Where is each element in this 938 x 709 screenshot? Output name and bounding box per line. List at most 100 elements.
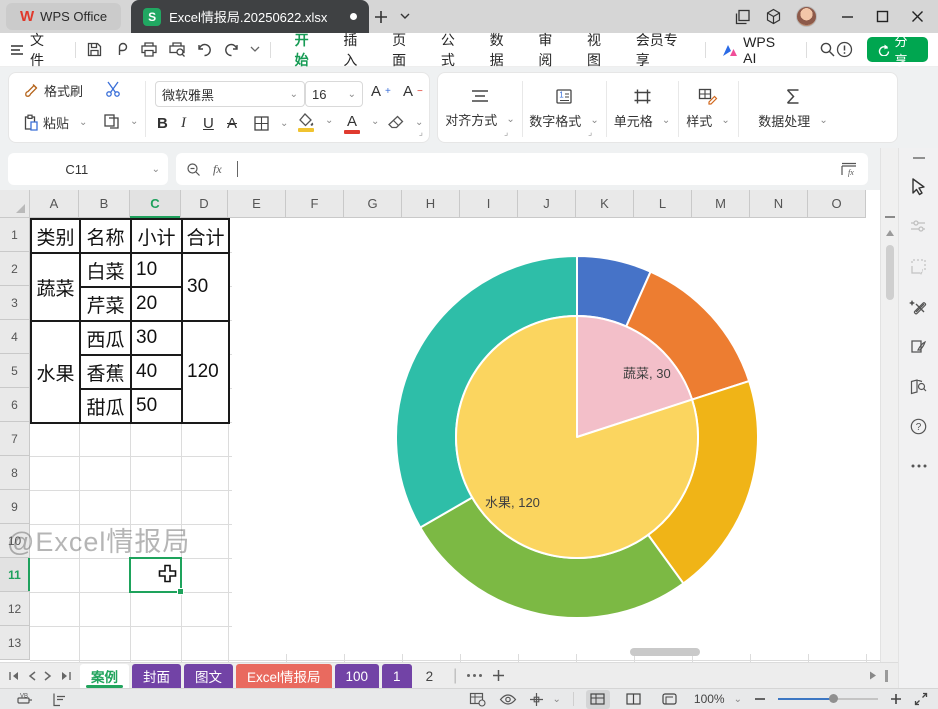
cell-subtotal[interactable]: 10 <box>131 253 182 287</box>
toolbar-group-单元格[interactable]: 单元格⌄ <box>606 73 678 144</box>
cell-subtotal[interactable]: 50 <box>131 389 182 423</box>
more-sheets-button[interactable] <box>467 674 482 677</box>
toolbar-group-对齐方式[interactable]: 对齐方式⌄ <box>438 73 522 144</box>
page-layout-view-button[interactable] <box>658 690 682 709</box>
vertical-scrollbar[interactable] <box>880 148 898 688</box>
column-header-D[interactable]: D <box>181 190 228 218</box>
more-tools-icon[interactable] <box>899 446 938 486</box>
cell-category-vegetable[interactable]: 蔬菜 <box>31 253 80 321</box>
move-anchor-icon[interactable] <box>529 692 544 707</box>
pie-donut-chart[interactable]: 蔬菜, 30 水果, 120 <box>232 218 880 654</box>
maximize-button[interactable] <box>876 10 889 23</box>
zoom-formula-icon[interactable] <box>186 162 201 177</box>
panel-expand-icon[interactable]: ⌟ <box>419 127 423 138</box>
cell-total-fruit[interactable]: 120 <box>182 321 229 423</box>
search-icon[interactable] <box>819 41 836 58</box>
save-icon[interactable] <box>86 41 103 58</box>
select-all-corner[interactable] <box>0 190 30 218</box>
row-header-6[interactable]: 6 <box>0 388 30 422</box>
tab-splitter-handle[interactable] <box>885 670 888 682</box>
column-header-N[interactable]: N <box>750 190 808 218</box>
smart-toolbox-tool[interactable] <box>899 286 938 326</box>
row-header-7[interactable]: 7 <box>0 422 30 456</box>
function-panel-icon[interactable]: fx <box>840 161 858 177</box>
insert-function-icon[interactable]: fx <box>211 162 227 176</box>
fill-handle[interactable] <box>177 588 184 595</box>
scroll-up-arrow[interactable] <box>886 230 894 236</box>
zoom-slider[interactable] <box>778 698 878 700</box>
cell-name[interactable]: 芹菜 <box>80 287 131 321</box>
row-header-11[interactable]: 11 <box>0 558 30 592</box>
split-handle-icon[interactable] <box>885 216 895 218</box>
name-box[interactable]: C11 ⌄ <box>8 153 168 185</box>
column-header-I[interactable]: I <box>460 190 518 218</box>
previous-sheet-button[interactable] <box>28 671 36 681</box>
paste-button[interactable]: 粘贴 ⌄ <box>23 113 87 132</box>
stable-mode-cube-icon[interactable] <box>765 8 782 25</box>
fill-color-button[interactable]: ⌄ <box>297 113 333 128</box>
row-header-8[interactable]: 8 <box>0 456 30 490</box>
italic-button[interactable]: I <box>181 115 186 132</box>
increase-font-button[interactable]: A+ <box>371 83 391 100</box>
toolbar-group-数据处理[interactable]: 数据处理⌄ <box>738 73 848 144</box>
toolbar-group-样式[interactable]: 样式⌄ <box>678 73 738 144</box>
column-header-E[interactable]: E <box>228 190 286 218</box>
column-header-B[interactable]: B <box>79 190 130 218</box>
wps-home-tab[interactable]: W WPS Office <box>6 3 121 30</box>
column-header-O[interactable]: O <box>808 190 866 218</box>
properties-sliders-tool[interactable] <box>899 206 938 246</box>
table-settings-icon[interactable] <box>469 692 487 707</box>
strikethrough-button[interactable]: A <box>227 115 237 132</box>
undo-history-chevron[interactable] <box>250 46 260 53</box>
column-header-C[interactable]: C <box>130 190 181 218</box>
user-avatar[interactable] <box>796 6 817 27</box>
column-header-F[interactable]: F <box>286 190 344 218</box>
toolbar-group-数字格式[interactable]: 1数字格式⌄ <box>522 73 606 144</box>
row-header-13[interactable]: 13 <box>0 626 30 660</box>
row-header-3[interactable]: 3 <box>0 286 30 320</box>
header-name[interactable]: 名称 <box>80 219 131 253</box>
row-header-10[interactable]: 10 <box>0 524 30 558</box>
print-icon[interactable] <box>140 41 158 58</box>
column-header-M[interactable]: M <box>692 190 750 218</box>
column-header-J[interactable]: J <box>518 190 576 218</box>
font-name-select[interactable]: 微软雅黑 ⌄ <box>155 81 305 107</box>
column-header-G[interactable]: G <box>344 190 402 218</box>
outline-view-icon[interactable] <box>52 692 68 707</box>
cell-name[interactable]: 香蕉 <box>80 355 131 389</box>
cell-name[interactable]: 西瓜 <box>80 321 131 355</box>
column-header-H[interactable]: H <box>402 190 460 218</box>
row-header-2[interactable]: 2 <box>0 252 30 286</box>
row-header-5[interactable]: 5 <box>0 354 30 388</box>
zoom-out-button[interactable] <box>754 693 766 705</box>
redo-icon[interactable] <box>223 42 240 58</box>
sheet-tab-Excel情报局[interactable]: Excel情报局 <box>236 664 332 689</box>
sheet-tab-1[interactable]: 1 <box>382 664 412 689</box>
add-sheet-button[interactable] <box>492 669 505 682</box>
zoom-slider-knob[interactable] <box>829 694 838 703</box>
cell-category-fruit[interactable]: 水果 <box>31 321 80 423</box>
cell-subtotal[interactable]: 40 <box>131 355 182 389</box>
export-pdf-icon[interactable] <box>113 41 130 58</box>
header-total[interactable]: 合计 <box>182 219 229 253</box>
bold-button[interactable]: B <box>157 115 168 132</box>
chart-data-label-vegetable[interactable]: 蔬菜, 30 <box>623 363 671 382</box>
format-painter-button[interactable]: 格式刷 <box>23 81 83 100</box>
row-header-12[interactable]: 12 <box>0 592 30 626</box>
first-sheet-button[interactable] <box>8 671 20 681</box>
horizontal-scrollbar-thumb[interactable] <box>630 648 700 656</box>
font-color-button[interactable]: A ⌄ <box>343 113 379 130</box>
panel-expand-icon[interactable]: ⌟ <box>588 127 592 138</box>
column-header-A[interactable]: A <box>30 190 79 218</box>
copy-button[interactable]: ⌄ <box>103 113 138 130</box>
minimize-button[interactable] <box>841 10 854 23</box>
underline-button[interactable]: U <box>203 115 214 132</box>
sheet-tab-图文[interactable]: 图文 <box>184 664 233 689</box>
notice-icon[interactable] <box>836 41 853 58</box>
formula-input[interactable]: fx fx <box>176 153 868 185</box>
zoom-level[interactable]: 100% <box>694 692 725 706</box>
cell-name[interactable]: 白菜 <box>80 253 131 287</box>
column-header-K[interactable]: K <box>576 190 634 218</box>
sheet-tab-案例[interactable]: 案例 <box>80 664 129 689</box>
cell-subtotal[interactable]: 20 <box>131 287 182 321</box>
